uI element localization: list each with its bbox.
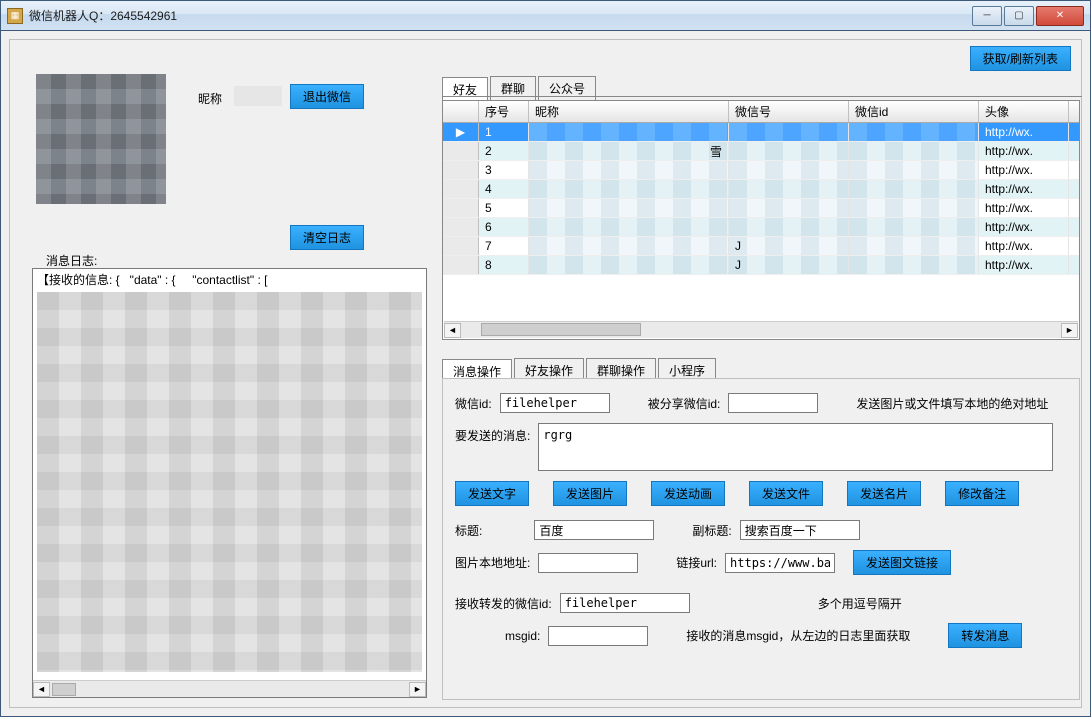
- send-card-button[interactable]: 发送名片: [847, 481, 921, 506]
- minimize-button[interactable]: ─: [972, 6, 1002, 26]
- shared-wxid-label: 被分享微信id:: [648, 395, 721, 412]
- col-wxid[interactable]: 微信id: [849, 101, 979, 122]
- scroll-right-icon[interactable]: ►: [409, 682, 426, 697]
- log-first-line: 【接收的信息: { "data" : { "contactlist" : [: [37, 271, 422, 288]
- msg-ops-panel: 微信id: 被分享微信id: 发送图片或文件填写本地的绝对地址 要发送的消息: …: [442, 378, 1080, 700]
- title-label: 标题:: [455, 522, 482, 539]
- table-row[interactable]: 3http://wx.: [443, 161, 1079, 180]
- table-row[interactable]: 4http://wx.: [443, 180, 1079, 199]
- scroll-left-icon[interactable]: ◄: [444, 323, 461, 338]
- table-row[interactable]: 8Jhttp://wx.: [443, 256, 1079, 275]
- table-row[interactable]: ▶1http://wx.: [443, 123, 1079, 142]
- imgpath-input[interactable]: [538, 553, 638, 573]
- col-seq[interactable]: 序号: [479, 101, 529, 122]
- client-area: 获取/刷新列表 昵称 退出微信 清空日志 消息日志: 【接收的信息: { "da…: [1, 31, 1090, 716]
- app-window: ▦ 微信机器人Q：2645542961 ─ ▢ ✕ 获取/刷新列表 昵称 退出微…: [0, 0, 1091, 717]
- msg-label: 要发送的消息:: [455, 427, 530, 444]
- fwd-wxid-input[interactable]: [560, 593, 690, 613]
- log-h-scrollbar[interactable]: ◄ ►: [33, 680, 426, 697]
- subtitle-input[interactable]: [740, 520, 860, 540]
- wxid-label: 微信id:: [455, 395, 492, 412]
- url-label: 链接url:: [676, 554, 717, 571]
- msgid-input[interactable]: [548, 626, 648, 646]
- msg-textarea[interactable]: [538, 423, 1053, 471]
- table-row[interactable]: 7Jhttp://wx.: [443, 237, 1079, 256]
- refresh-list-button[interactable]: 获取/刷新列表: [970, 46, 1071, 71]
- app-icon: ▦: [7, 8, 23, 24]
- clear-log-button[interactable]: 清空日志: [290, 225, 364, 250]
- close-button[interactable]: ✕: [1036, 6, 1084, 26]
- send-anim-button[interactable]: 发送动画: [651, 481, 725, 506]
- fwd-hint: 多个用逗号隔开: [818, 595, 902, 612]
- log-label: 消息日志:: [46, 252, 97, 269]
- title-input[interactable]: [534, 520, 654, 540]
- msgid-hint: 接收的消息msgid，从左边的日志里面获取: [686, 627, 910, 644]
- window-title: 微信机器人Q：2645542961: [29, 7, 972, 24]
- grid-header: 序号 昵称 微信号 微信id 头像: [443, 101, 1079, 123]
- edit-remark-button[interactable]: 修改备注: [945, 481, 1019, 506]
- contacts-grid[interactable]: 序号 昵称 微信号 微信id 头像 ▶1http://wx.2雪http://w…: [442, 100, 1080, 340]
- send-link-button[interactable]: 发送图文链接: [853, 550, 951, 575]
- shared-wxid-input[interactable]: [728, 393, 818, 413]
- col-nick[interactable]: 昵称: [529, 101, 729, 122]
- url-input[interactable]: [725, 553, 835, 573]
- wxid-input[interactable]: [500, 393, 610, 413]
- maximize-button[interactable]: ▢: [1004, 6, 1034, 26]
- avatar: [36, 74, 166, 204]
- scroll-thumb[interactable]: [481, 323, 641, 336]
- send-text-button[interactable]: 发送文字: [455, 481, 529, 506]
- table-row[interactable]: 2雪http://wx.: [443, 142, 1079, 161]
- file-path-hint: 发送图片或文件填写本地的绝对地址: [856, 395, 1048, 412]
- logout-button[interactable]: 退出微信: [290, 84, 364, 109]
- msgid-label: msgid:: [505, 629, 540, 643]
- grid-h-scrollbar[interactable]: ◄ ►: [444, 321, 1078, 338]
- subtitle-label: 副标题:: [692, 522, 731, 539]
- table-row[interactable]: 5http://wx.: [443, 199, 1079, 218]
- scroll-thumb[interactable]: [52, 683, 76, 696]
- send-image-button[interactable]: 发送图片: [553, 481, 627, 506]
- col-avatar[interactable]: 头像: [979, 101, 1069, 122]
- nickname-label: 昵称: [198, 90, 222, 107]
- imgpath-label: 图片本地地址:: [455, 554, 530, 571]
- main-panel: 获取/刷新列表 昵称 退出微信 清空日志 消息日志: 【接收的信息: { "da…: [9, 39, 1082, 708]
- scroll-right-icon[interactable]: ►: [1061, 323, 1078, 338]
- fwd-wxid-label: 接收转发的微信id:: [455, 595, 552, 612]
- log-textarea[interactable]: 【接收的信息: { "data" : { "contactlist" : [ ◄…: [32, 268, 427, 698]
- scroll-left-icon[interactable]: ◄: [33, 682, 50, 697]
- nickname-value: [234, 86, 282, 106]
- tab-friends[interactable]: 好友: [442, 77, 488, 101]
- send-file-button[interactable]: 发送文件: [749, 481, 823, 506]
- table-row[interactable]: 6http://wx.: [443, 218, 1079, 237]
- titlebar[interactable]: ▦ 微信机器人Q：2645542961 ─ ▢ ✕: [1, 1, 1090, 31]
- col-wxh[interactable]: 微信号: [729, 101, 849, 122]
- forward-button[interactable]: 转发消息: [948, 623, 1022, 648]
- log-content-blurred: [37, 292, 422, 672]
